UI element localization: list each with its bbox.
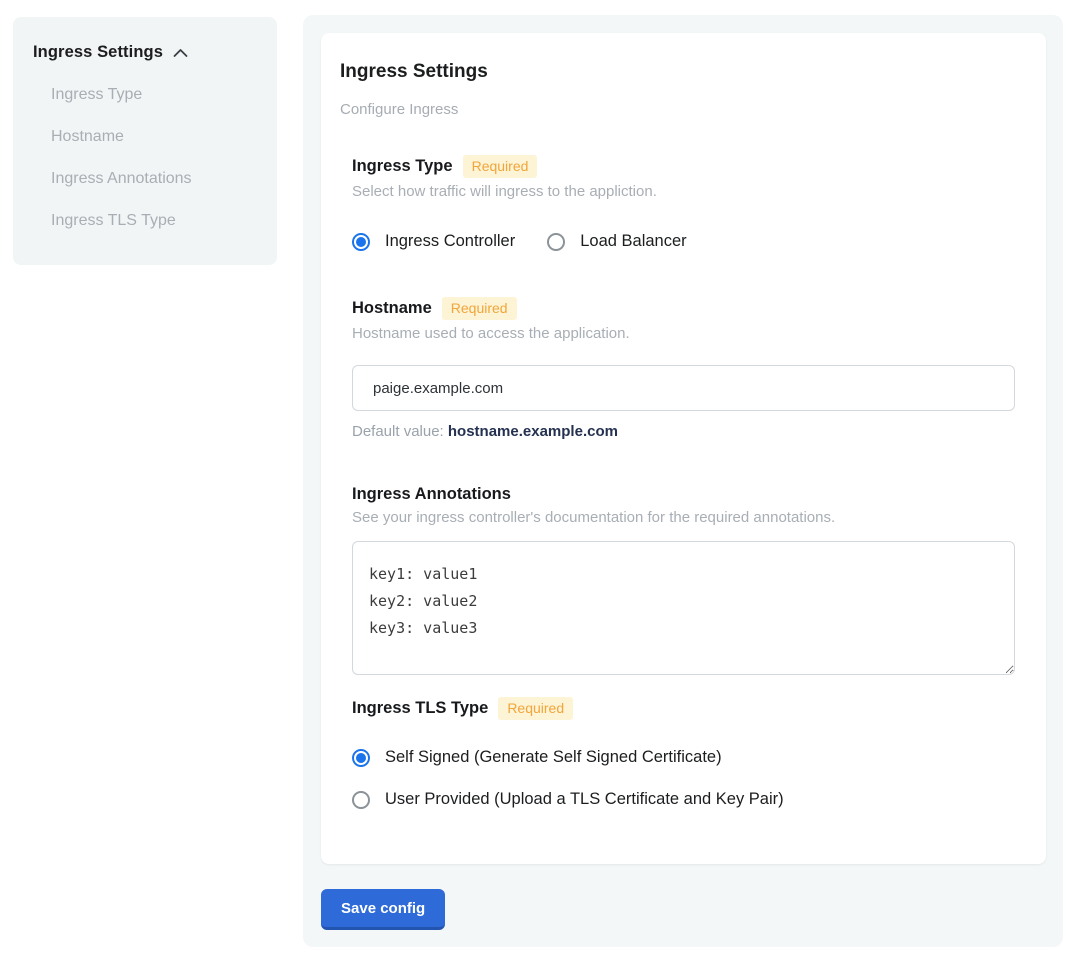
ingress-settings-card: Ingress Settings Configure Ingress Ingre… [321, 33, 1046, 864]
ingress-type-help: Select how traffic will ingress to the a… [352, 183, 1015, 201]
radio-self-signed[interactable]: Self Signed (Generate Self Signed Certif… [352, 748, 1015, 767]
field-ingress-type: Ingress Type Required Select how traffic… [352, 155, 1015, 251]
required-badge: Required [498, 697, 573, 720]
radio-label: User Provided (Upload a TLS Certificate … [385, 790, 784, 809]
required-badge: Required [442, 297, 517, 320]
radio-label: Load Balancer [580, 232, 686, 251]
page-title: Ingress Settings [340, 60, 1015, 83]
default-value-text: hostname.example.com [448, 423, 618, 440]
annotations-help: See your ingress controller's documentat… [352, 509, 1015, 527]
ingress-type-label: Ingress Type [352, 157, 453, 176]
settings-nav: Ingress Settings Ingress Type Hostname I… [13, 17, 277, 265]
sidebar-list: Ingress Type Hostname Ingress Annotation… [33, 86, 257, 230]
field-ingress-annotations: Ingress Annotations See your ingress con… [352, 485, 1015, 675]
save-config-button[interactable]: Save config [321, 889, 445, 930]
radio-selected-icon [352, 233, 370, 251]
radio-load-balancer[interactable]: Load Balancer [547, 232, 686, 251]
radio-unselected-icon [352, 791, 370, 809]
hostname-default-value: Default value: hostname.example.com [352, 423, 1015, 441]
sidebar-group-label: Ingress Settings [33, 43, 163, 62]
tls-type-label: Ingress TLS Type [352, 699, 488, 718]
radio-selected-icon [352, 749, 370, 767]
chevron-up-icon [163, 47, 189, 59]
hostname-input[interactable] [352, 365, 1015, 411]
page-subtitle: Configure Ingress [340, 101, 1015, 119]
radio-user-provided[interactable]: User Provided (Upload a TLS Certificate … [352, 790, 1015, 809]
sidebar-item-ingress-annotations[interactable]: Ingress Annotations [51, 170, 257, 188]
required-badge: Required [463, 155, 538, 178]
sidebar-group-ingress-settings[interactable]: Ingress Settings [33, 43, 257, 62]
radio-ingress-controller[interactable]: Ingress Controller [352, 232, 515, 251]
annotations-label: Ingress Annotations [352, 485, 511, 504]
tls-type-options: Self Signed (Generate Self Signed Certif… [352, 748, 1015, 809]
field-ingress-tls-type: Ingress TLS Type Required Self Signed (G… [352, 697, 1015, 809]
field-hostname: Hostname Required Hostname used to acces… [352, 297, 1015, 441]
hostname-label: Hostname [352, 299, 432, 318]
settings-panel: Ingress Settings Configure Ingress Ingre… [303, 15, 1063, 947]
default-value-prefix: Default value: [352, 423, 448, 440]
radio-unselected-icon [547, 233, 565, 251]
sidebar-item-ingress-type[interactable]: Ingress Type [51, 86, 257, 104]
hostname-help: Hostname used to access the application. [352, 325, 1015, 343]
annotations-textarea[interactable]: key1: value1 key2: value2 key3: value3 [352, 541, 1015, 675]
radio-label: Ingress Controller [385, 232, 515, 251]
sidebar-item-hostname[interactable]: Hostname [51, 128, 257, 146]
radio-label: Self Signed (Generate Self Signed Certif… [385, 748, 722, 767]
ingress-type-options: Ingress Controller Load Balancer [352, 232, 1015, 251]
sidebar-item-ingress-tls-type[interactable]: Ingress TLS Type [51, 212, 257, 230]
